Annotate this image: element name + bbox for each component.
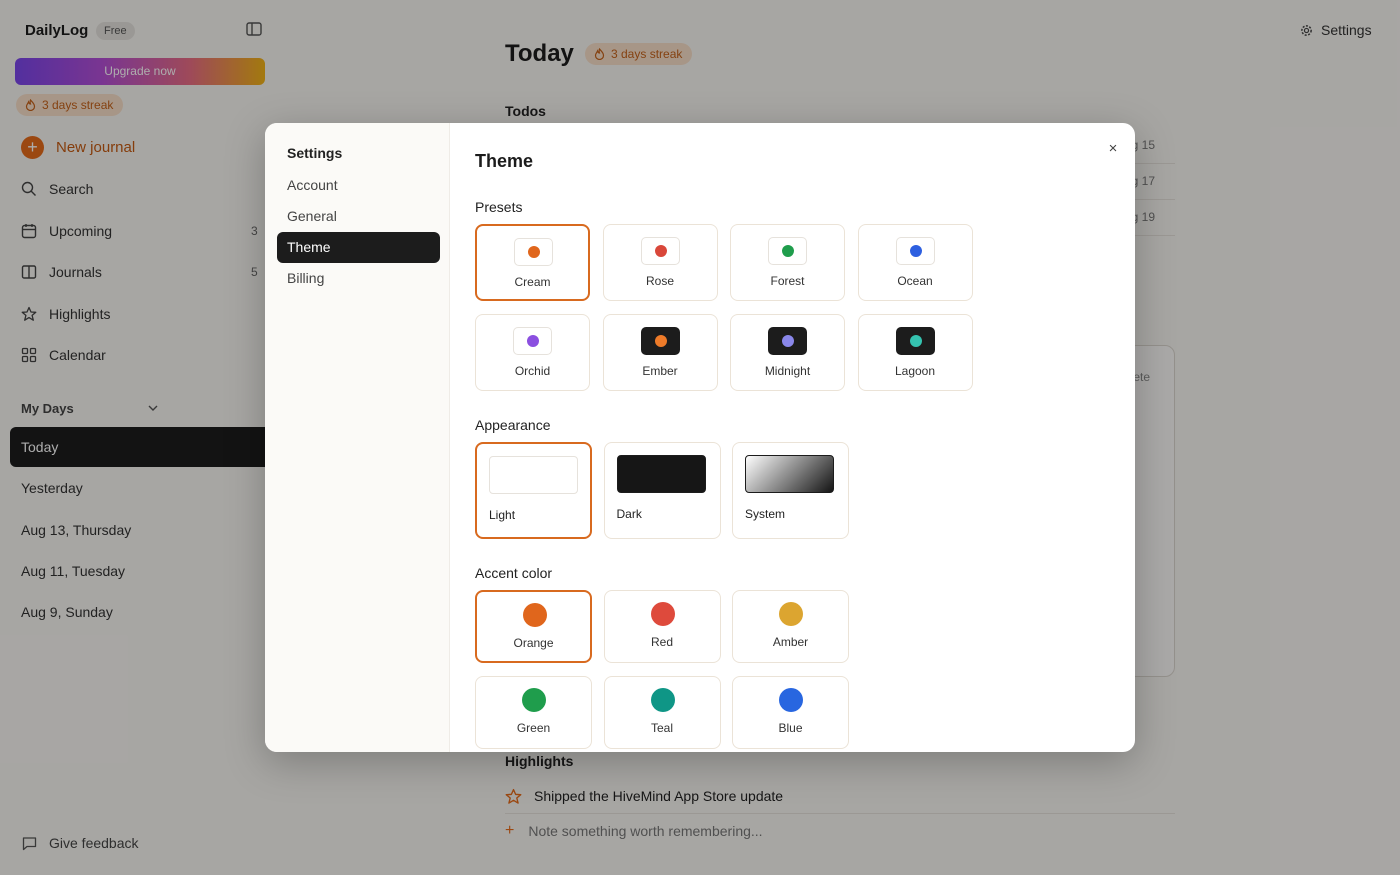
accent-green[interactable]: Green	[475, 676, 592, 749]
appearance-preview	[616, 455, 706, 493]
color-dot	[522, 688, 546, 712]
settings-nav-account[interactable]: Account	[277, 170, 440, 201]
color-dot	[779, 688, 803, 712]
preset-lagoon[interactable]: Lagoon	[857, 314, 973, 391]
appearance-preview	[745, 455, 834, 493]
accent-label: Amber	[772, 635, 809, 649]
preset-swatch	[514, 238, 553, 266]
settings-modal: Settings Account General Theme Billing ×…	[265, 123, 1135, 752]
color-dot	[523, 603, 547, 627]
preset-cream[interactable]: Cream	[475, 224, 590, 301]
color-dot	[654, 245, 667, 257]
appearance-dark[interactable]: Dark	[603, 442, 721, 539]
preset-forest[interactable]: Forest	[730, 224, 845, 301]
color-dot	[650, 602, 675, 626]
preset-label: Ember	[642, 364, 678, 378]
theme-panel: Theme Presets Cream Rose Forest Ocean Orchid…	[450, 123, 1135, 752]
color-dot	[650, 688, 675, 712]
color-dot	[528, 246, 540, 258]
appearance-label: Light	[489, 508, 516, 522]
appearance-preview	[489, 456, 578, 494]
color-dot	[909, 335, 922, 347]
accent-label: Red	[650, 635, 673, 649]
color-dot	[779, 602, 803, 626]
preset-swatch	[640, 237, 680, 265]
color-dot	[782, 245, 794, 257]
preset-midnight[interactable]: Midnight	[730, 314, 845, 391]
color-dot	[782, 335, 794, 347]
accent-label: Accent color	[475, 565, 553, 581]
preset-label: Ocean	[897, 274, 933, 288]
accent-label: Blue	[778, 721, 803, 735]
accent-orange[interactable]: Orange	[475, 590, 592, 663]
settings-nav-title: Settings	[287, 145, 343, 161]
appearance-label: Appearance	[475, 417, 551, 433]
preset-swatch	[895, 327, 935, 355]
preset-label: Midnight	[764, 364, 811, 378]
preset-orchid[interactable]: Orchid	[475, 314, 590, 391]
preset-label: Cream	[514, 275, 551, 289]
color-dot	[909, 245, 922, 257]
preset-label: Orchid	[514, 364, 551, 378]
preset-label: Lagoon	[894, 364, 936, 378]
preset-label: Forest	[770, 274, 805, 288]
accent-red[interactable]: Red	[603, 590, 721, 663]
settings-nav-general[interactable]: General	[277, 201, 440, 232]
appearance-label: Dark	[616, 507, 642, 521]
preset-swatch	[640, 327, 680, 355]
preset-label: Rose	[645, 274, 674, 288]
settings-nav-theme[interactable]: Theme	[277, 232, 440, 263]
appearance-label: System	[745, 507, 786, 521]
accent-label: Orange	[513, 636, 554, 650]
color-dot	[654, 335, 667, 347]
preset-swatch	[895, 237, 935, 265]
theme-title: Theme	[475, 151, 534, 171]
accent-label: Teal	[650, 721, 673, 735]
preset-rose[interactable]: Rose	[602, 224, 718, 301]
settings-nav: Settings Account General Theme Billing	[265, 123, 450, 752]
preset-swatch	[768, 327, 807, 355]
accent-amber[interactable]: Amber	[732, 590, 849, 663]
preset-ember[interactable]: Ember	[602, 314, 718, 391]
settings-nav-billing[interactable]: Billing	[277, 263, 440, 294]
accent-label: Green	[516, 721, 551, 735]
appearance-system[interactable]: System	[732, 442, 849, 539]
color-dot	[527, 335, 539, 347]
presets-label: Presets	[475, 199, 523, 215]
preset-swatch	[513, 327, 552, 355]
appearance-light[interactable]: Light	[475, 442, 592, 539]
preset-swatch	[768, 237, 807, 265]
accent-teal[interactable]: Teal	[603, 676, 721, 749]
preset-ocean[interactable]: Ocean	[857, 224, 973, 301]
accent-blue[interactable]: Blue	[732, 676, 849, 749]
